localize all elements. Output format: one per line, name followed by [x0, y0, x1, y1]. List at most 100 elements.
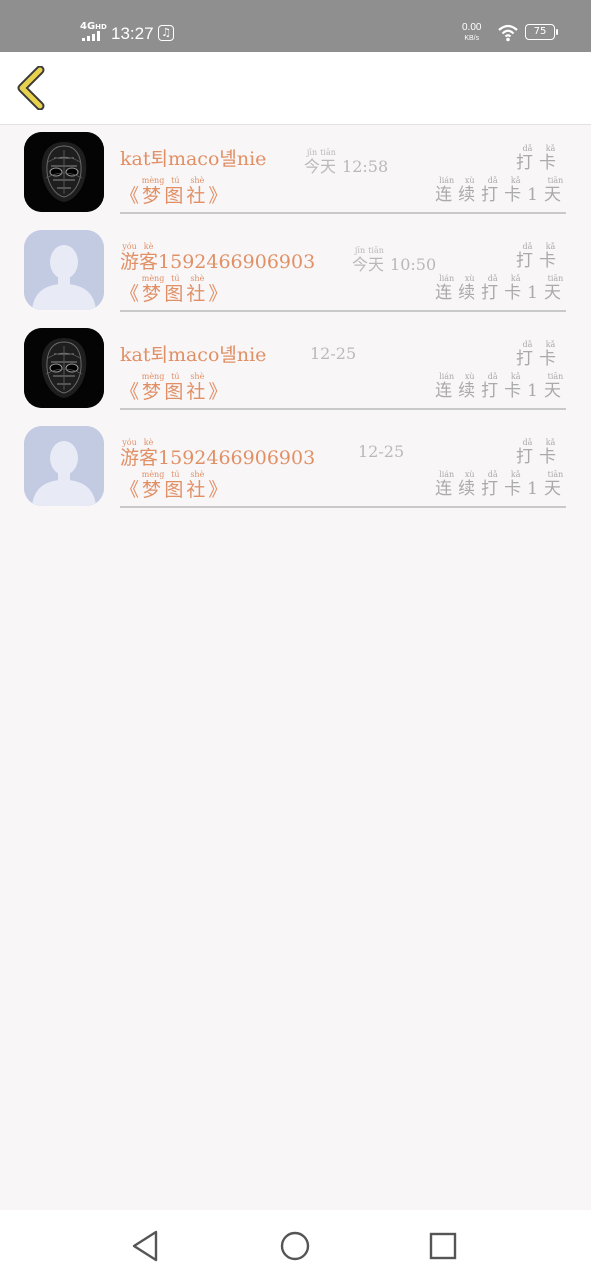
mask-avatar[interactable]	[24, 328, 104, 408]
ruby-char: 卡kǎ	[539, 242, 562, 271]
ruby-char: 卡kǎ	[539, 438, 562, 467]
ruby-char: 天tiān	[544, 470, 567, 499]
signal-icon	[82, 31, 100, 41]
row-divider	[120, 212, 566, 214]
nav-recents-icon[interactable]	[425, 1228, 461, 1264]
ruby-char: 社shè	[186, 470, 209, 501]
ruby-char: 卡kǎ	[504, 274, 528, 303]
streak-label: 连lián续xù打dǎ卡kǎ1天tiān	[435, 176, 567, 205]
ruby-char: 打dǎ	[481, 176, 505, 205]
time-value: 12-25	[358, 442, 405, 461]
ruby-char: 社shè	[186, 372, 209, 403]
user-name[interactable]: kat퇴maco녤nie	[120, 144, 266, 171]
speed-value: 0.00	[462, 22, 482, 33]
list-item[interactable]: 游yóu客kè1592466906903 12-25 打dǎ卡kǎ 《梦mèng…	[0, 420, 591, 518]
ruby-char: 图tú	[164, 176, 187, 207]
battery-level: 75	[533, 26, 547, 37]
book-bracket-close: 》	[208, 381, 231, 403]
checkin-list: kat퇴maco녤nie 今jīn天tiān12:58 打dǎ卡kǎ 《梦mèn…	[0, 126, 591, 518]
user-name-text: kat퇴maco녤nie	[120, 344, 267, 366]
nav-home-icon[interactable]	[277, 1228, 313, 1264]
ruby-char: 卡kǎ	[539, 144, 562, 173]
streak-count: 1	[527, 479, 544, 499]
user-name[interactable]: kat퇴maco녤nie	[120, 340, 266, 367]
ruby-char: 连lián	[435, 372, 459, 401]
back-button[interactable]	[14, 66, 50, 110]
time-word: 今jīn天tiān	[352, 246, 384, 274]
time-word: 今jīn天tiān	[304, 148, 337, 176]
ruby-char: 图tú	[164, 274, 187, 305]
ruby-char: 打dǎ	[516, 144, 539, 173]
time-value: 10:50	[390, 255, 437, 274]
user-name[interactable]: 游yóu客kè1592466906903	[120, 242, 315, 274]
row-divider	[120, 310, 566, 312]
list-item[interactable]: kat퇴maco녤nie 今jīn天tiān12:58 打dǎ卡kǎ 《梦mèn…	[0, 126, 591, 224]
guest-avatar[interactable]	[24, 230, 104, 310]
streak-count: 1	[527, 381, 544, 401]
streak-label: 连lián续xù打dǎ卡kǎ1天tiān	[435, 372, 567, 401]
guest-avatar[interactable]	[24, 426, 104, 506]
ruby-char: 梦mèng	[141, 176, 165, 207]
network-speed: 0.00 KB/s	[462, 22, 481, 44]
ruby-char: 天tiān	[544, 372, 567, 401]
list-item[interactable]: kat퇴maco녤nie 12-25 打dǎ卡kǎ 《梦mèng图tú社shè》…	[0, 322, 591, 420]
book-bracket-open: 《	[120, 185, 143, 207]
user-name[interactable]: 游yóu客kè1592466906903	[120, 438, 315, 470]
row-divider	[120, 506, 566, 508]
checkin-label: 打dǎ卡kǎ	[516, 144, 562, 173]
book-bracket-close: 》	[208, 185, 231, 207]
list-item[interactable]: 游yóu客kè1592466906903 今jīn天tiān 10:50 打dǎ卡…	[0, 224, 591, 322]
ruby-char: 打dǎ	[481, 372, 505, 401]
network-sub: HD	[95, 23, 107, 31]
book-title[interactable]: 《梦mèng图tú社shè》	[120, 470, 230, 502]
checkin-label: 打dǎ卡kǎ	[516, 340, 562, 369]
ruby-char: 游yóu	[120, 242, 140, 273]
book-bracket-open: 《	[120, 283, 143, 305]
ruby-char: 梦mèng	[141, 274, 165, 305]
mask-avatar-image	[24, 132, 104, 212]
ruby-char: 梦mèng	[141, 372, 165, 403]
ruby-char: 天tiān	[320, 148, 337, 176]
book-title[interactable]: 《梦mèng图tú社shè》	[120, 176, 230, 208]
book-bracket-open: 《	[120, 479, 143, 501]
speed-unit: KB/s	[464, 35, 480, 42]
streak-label: 连lián续xù打dǎ卡kǎ1天tiān	[435, 470, 567, 499]
ruby-char: 连lián	[435, 274, 459, 303]
ruby-char: 天tiān	[544, 176, 567, 205]
mask-avatar[interactable]	[24, 132, 104, 212]
guest-avatar-image	[24, 426, 104, 506]
row-divider	[120, 408, 566, 410]
status-bar: 4GHD 13:27 ♫ 0.00 KB/s 75	[0, 0, 591, 52]
ruby-char: 卡kǎ	[539, 340, 562, 369]
music-icon: ♫	[158, 25, 174, 41]
ruby-char: 打dǎ	[481, 470, 505, 499]
nav-back-icon[interactable]	[128, 1228, 164, 1264]
ruby-char: 卡kǎ	[504, 372, 528, 401]
user-name-text: kat퇴maco녤nie	[120, 148, 267, 170]
ruby-char: 客kè	[139, 438, 159, 469]
checkin-label: 打dǎ卡kǎ	[516, 242, 562, 271]
ruby-char: 社shè	[186, 274, 209, 305]
user-name-text: 1592466906903	[158, 447, 316, 469]
book-bracket-close: 》	[208, 479, 231, 501]
ruby-char: 续xù	[458, 274, 482, 303]
streak-count: 1	[527, 283, 544, 303]
clock: 13:27	[111, 24, 154, 43]
book-bracket-close: 》	[208, 283, 231, 305]
book-title[interactable]: 《梦mèng图tú社shè》	[120, 274, 230, 306]
ruby-char: 打dǎ	[516, 340, 539, 369]
ruby-char: 卡kǎ	[504, 470, 528, 499]
checkin-time: 12-25	[352, 442, 404, 461]
checkin-time: 今jīn天tiān 12:58	[304, 148, 388, 177]
name-prefix: 游yóu客kè	[120, 242, 158, 273]
user-name-text: 1592466906903	[158, 251, 316, 273]
book-title[interactable]: 《梦mèng图tú社shè》	[120, 372, 230, 404]
ruby-char: 图tú	[164, 470, 187, 501]
ruby-char: 卡kǎ	[504, 176, 528, 205]
streak-count: 1	[527, 185, 544, 205]
book-bracket-open: 《	[120, 381, 143, 403]
navigation-bar	[0, 1210, 591, 1280]
ruby-char: 社shè	[186, 176, 209, 207]
time-value: 12-25	[310, 344, 357, 363]
name-prefix: 游yóu客kè	[120, 438, 159, 469]
